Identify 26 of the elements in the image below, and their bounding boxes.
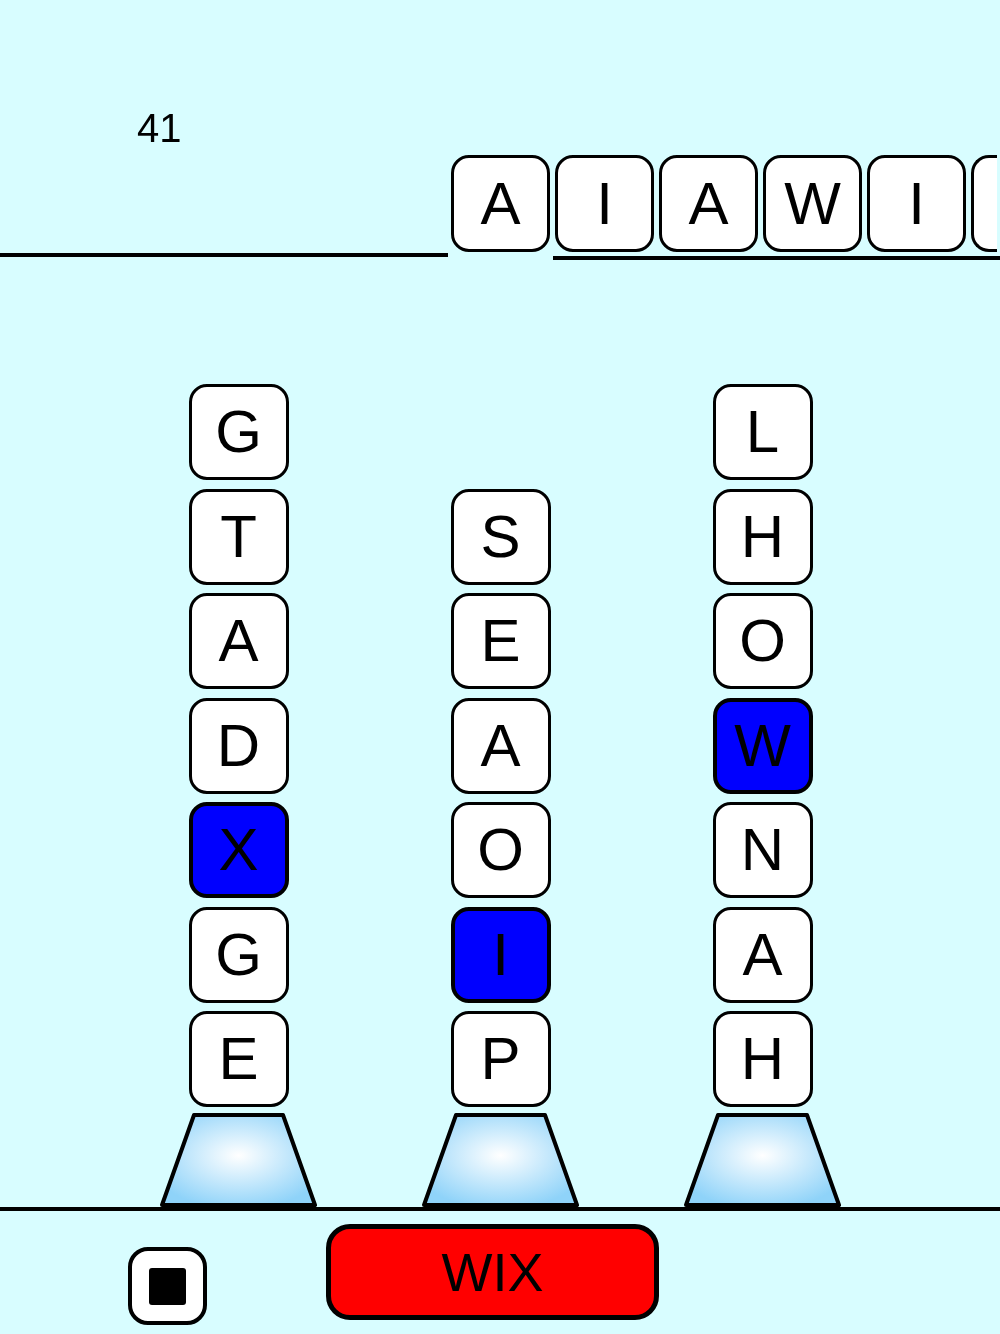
letter-tile[interactable]: S <box>450 488 551 585</box>
word-submit-button[interactable]: WIX <box>326 1224 659 1320</box>
letter-tile: I <box>555 155 654 252</box>
letter-tile[interactable]: D <box>188 697 289 794</box>
letter-tile: W <box>763 155 862 252</box>
letter-tile[interactable]: E <box>188 1011 289 1107</box>
letter-tile[interactable]: P <box>450 1011 551 1107</box>
letter-tile[interactable]: O <box>712 593 813 689</box>
letter-tile[interactable]: A <box>188 593 289 689</box>
letter-tile[interactable]: T <box>188 488 289 585</box>
letter-tile[interactable]: L <box>712 384 813 480</box>
letter-tile: A <box>451 155 550 252</box>
letter-tile[interactable]: A <box>450 697 551 794</box>
letter-tile[interactable]: N <box>712 802 813 898</box>
letter-tile: A <box>659 155 758 252</box>
letter-tile[interactable]: G <box>188 384 289 480</box>
letter-tile[interactable]: H <box>712 488 813 585</box>
letter-tile[interactable]: G <box>188 906 289 1003</box>
stop-icon <box>149 1267 186 1305</box>
letter-tile[interactable]: H <box>712 1011 813 1107</box>
score-text: 41 <box>137 106 182 150</box>
letter-tile[interactable]: E <box>450 593 551 689</box>
stop-button[interactable] <box>128 1247 207 1325</box>
letter-tile[interactable]: O <box>450 802 551 898</box>
letter-tile: I <box>867 155 966 252</box>
letter-tile[interactable]: A <box>712 906 813 1003</box>
